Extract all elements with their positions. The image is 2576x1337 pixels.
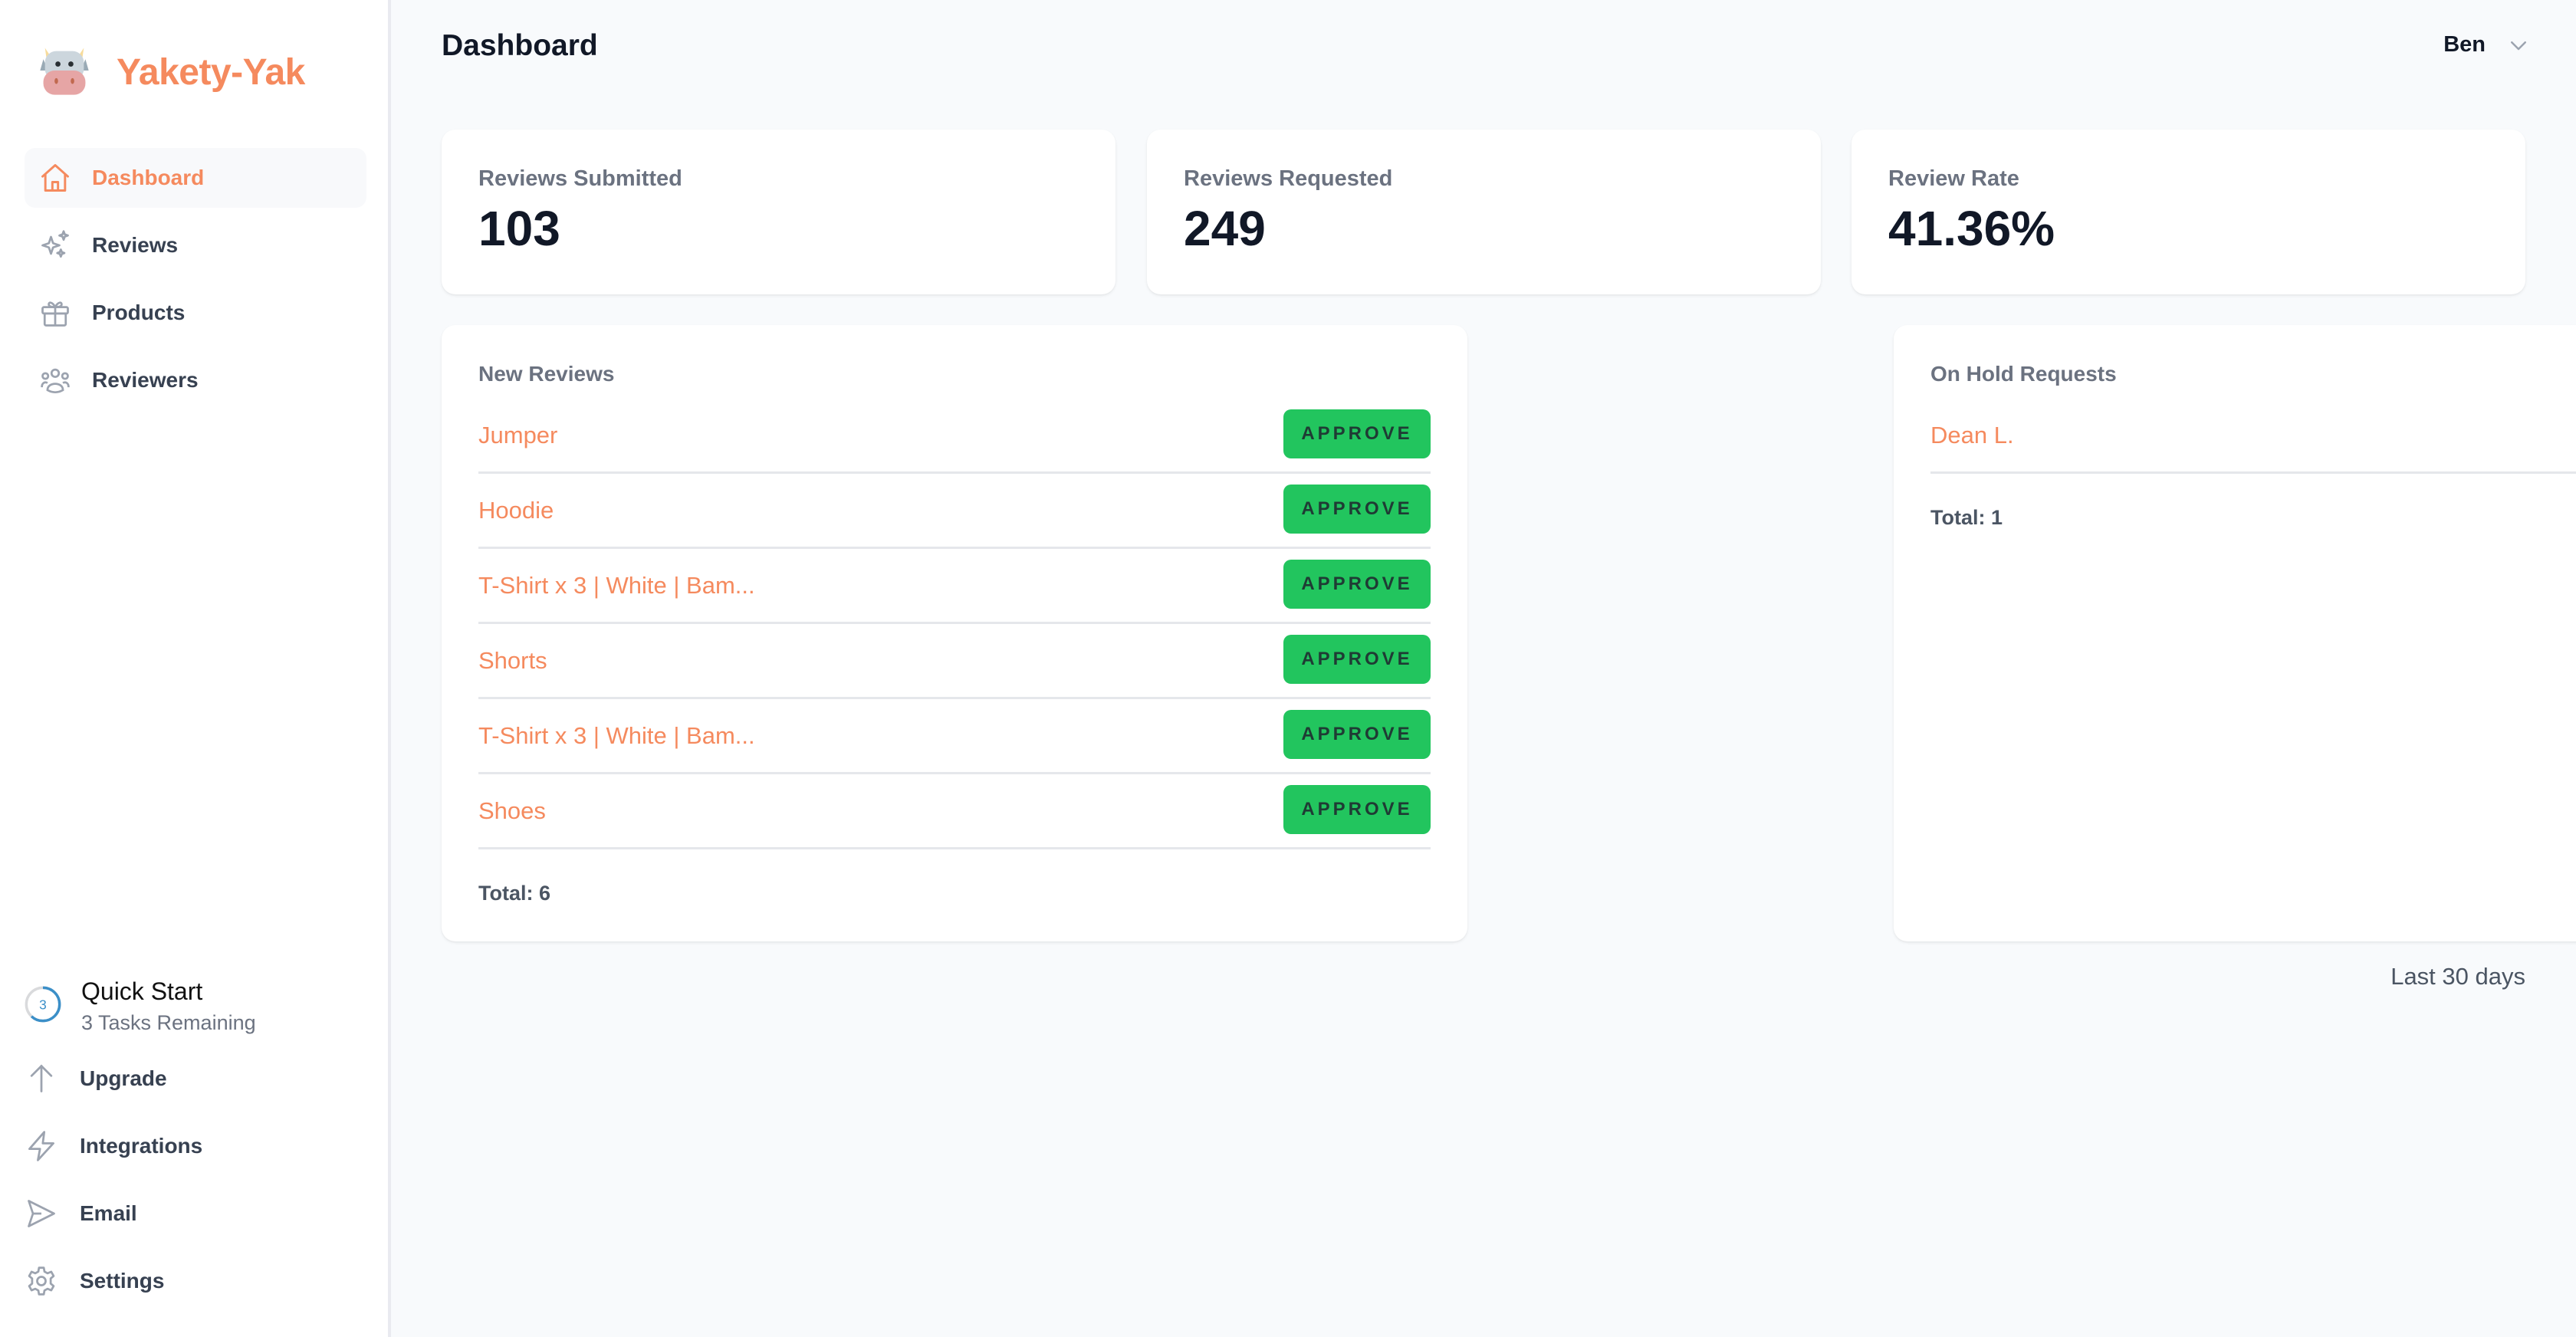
list-item: T-Shirt x 3 | White | Bam... APPROVE bbox=[478, 699, 1431, 774]
user-name: Ben bbox=[2443, 32, 2486, 57]
paper-plane-icon bbox=[23, 1195, 60, 1232]
approve-button[interactable]: APPROVE bbox=[1283, 484, 1431, 534]
quick-start-subtitle: 3 Tasks Remaining bbox=[81, 1011, 256, 1034]
list-item: T-Shirt x 3 | White | Bam... APPROVE bbox=[478, 549, 1431, 624]
on-hold-reviewer-link[interactable]: Dean L. bbox=[1930, 422, 2014, 449]
list-item: Dean L. Send bbox=[1930, 399, 2576, 474]
on-hold-list: Dean L. Send Total: 1 bbox=[1930, 399, 2576, 530]
sparkles-icon bbox=[38, 228, 72, 262]
review-product-link[interactable]: Shoes bbox=[478, 797, 546, 825]
sidebar-item-reviewers[interactable]: Reviewers bbox=[25, 350, 366, 410]
sidebar-item-label: Products bbox=[92, 301, 186, 324]
sidebar-item-settings[interactable]: Settings bbox=[23, 1254, 164, 1308]
list-item: Jumper APPROVE bbox=[478, 399, 1431, 474]
stat-label: Review Rate bbox=[1888, 166, 2019, 191]
chevron-down-icon bbox=[2511, 41, 2526, 50]
sidebar-item-label: Integrations bbox=[80, 1134, 203, 1158]
date-range-note: Last 30 days bbox=[2390, 963, 2525, 990]
list-item: Hoodie APPROVE bbox=[478, 474, 1431, 549]
approve-button[interactable]: APPROVE bbox=[1283, 784, 1431, 834]
on-hold-total: Total: 1 bbox=[1930, 506, 2003, 529]
sidebar-item-upgrade[interactable]: Upgrade bbox=[23, 1052, 167, 1105]
approve-button[interactable]: APPROVE bbox=[1283, 409, 1431, 458]
sidebar-item-dashboard[interactable]: Dashboard bbox=[25, 148, 366, 208]
stat-value: 249 bbox=[1184, 201, 1266, 256]
review-product-link[interactable]: T-Shirt x 3 | White | Bam... bbox=[478, 572, 755, 600]
stat-card-review-rate: Review Rate 41.36% bbox=[1852, 130, 2525, 294]
gear-icon bbox=[23, 1263, 60, 1299]
sidebar-item-reviews[interactable]: Reviews bbox=[25, 215, 366, 275]
arrow-up-icon bbox=[23, 1060, 60, 1097]
approve-button[interactable]: APPROVE bbox=[1283, 709, 1431, 759]
sidebar-item-label: Upgrade bbox=[80, 1066, 167, 1090]
home-icon bbox=[38, 161, 72, 195]
quick-start-progress-ring: 3 bbox=[25, 986, 61, 1023]
sidebar-item-products[interactable]: Products bbox=[25, 283, 366, 343]
list-item: Shoes APPROVE bbox=[478, 774, 1431, 849]
stat-card-reviews-submitted: Reviews Submitted 103 bbox=[442, 130, 1116, 294]
cow-logo-icon bbox=[35, 41, 94, 103]
user-menu[interactable]: Ben bbox=[2443, 32, 2530, 57]
quick-start-badge: 3 bbox=[39, 997, 47, 1013]
review-product-link[interactable]: Hoodie bbox=[478, 497, 554, 524]
approve-button[interactable]: APPROVE bbox=[1283, 559, 1431, 609]
list-item: Shorts APPROVE bbox=[478, 624, 1431, 699]
lightning-icon bbox=[23, 1128, 60, 1165]
stat-card-reviews-requested: Reviews Requested 249 bbox=[1147, 130, 1821, 294]
new-reviews-card: New Reviews Jumper APPROVE Hoodie APPROV… bbox=[442, 325, 1467, 941]
gift-icon bbox=[38, 296, 72, 330]
approve-button[interactable]: APPROVE bbox=[1283, 634, 1431, 684]
sidebar-item-label: Reviews bbox=[92, 233, 179, 257]
sidebar-item-integrations[interactable]: Integrations bbox=[23, 1119, 202, 1173]
on-hold-requests-card: On Hold Requests Dean L. Send Total: 1 bbox=[1894, 325, 2576, 941]
stat-label: Reviews Requested bbox=[1184, 166, 1393, 191]
on-hold-title: On Hold Requests bbox=[1930, 362, 2117, 386]
sidebar-item-label: Dashboard bbox=[92, 166, 205, 189]
new-reviews-list: Jumper APPROVE Hoodie APPROVE T-Shirt x … bbox=[478, 399, 1431, 905]
new-reviews-total: Total: 6 bbox=[478, 882, 550, 905]
review-product-link[interactable]: T-Shirt x 3 | White | Bam... bbox=[478, 722, 755, 750]
app-name: Yakety-Yak bbox=[117, 52, 305, 93]
sidebar-item-label: Settings bbox=[80, 1269, 165, 1293]
page-title: Dashboard bbox=[442, 29, 598, 62]
quick-start-title: Quick Start bbox=[81, 977, 203, 1005]
review-product-link[interactable]: Jumper bbox=[478, 422, 557, 449]
new-reviews-title: New Reviews bbox=[478, 362, 615, 386]
stat-label: Reviews Submitted bbox=[478, 166, 682, 191]
logo[interactable]: Yakety-Yak bbox=[35, 41, 305, 103]
stat-value: 103 bbox=[478, 201, 560, 256]
sidebar-item-label: Reviewers bbox=[92, 368, 199, 392]
main-content: Dashboard Ben Reviews Submitted 103 Revi… bbox=[394, 0, 2576, 1337]
quick-start[interactable]: 3 Quick Start 3 Tasks Remaining bbox=[23, 975, 256, 1038]
review-product-link[interactable]: Shorts bbox=[478, 647, 547, 675]
sidebar-item-label: Email bbox=[80, 1201, 137, 1225]
sidebar-item-email[interactable]: Email bbox=[23, 1187, 137, 1240]
stat-value: 41.36% bbox=[1888, 201, 2055, 256]
sidebar: Yakety-Yak Dashboard Reviews Products Re… bbox=[0, 0, 391, 1337]
users-icon bbox=[38, 363, 72, 397]
